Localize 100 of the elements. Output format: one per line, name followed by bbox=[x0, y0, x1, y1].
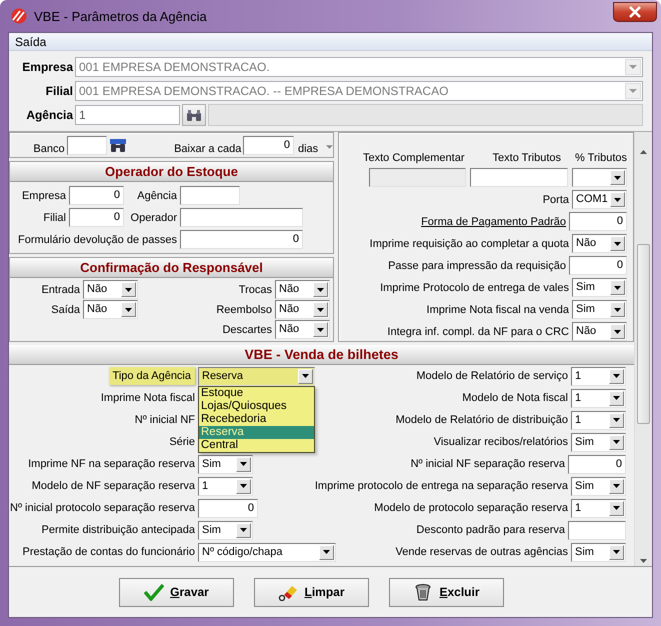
dropdown[interactable]: Reserva bbox=[198, 366, 315, 386]
caret-icon bbox=[125, 308, 132, 312]
checkmark-icon bbox=[144, 583, 164, 601]
dropdown[interactable]: Sim bbox=[198, 520, 253, 540]
dropdown[interactable]: Sim bbox=[572, 278, 627, 297]
action-button[interactable]: Limpar bbox=[254, 578, 369, 606]
field-label: Prestação de contas do funcionário bbox=[22, 546, 195, 558]
field-label: Modelo de Relatório de serviço bbox=[416, 370, 568, 382]
input-field[interactable]: 0 bbox=[180, 230, 303, 249]
scrollbar-thumb[interactable] bbox=[637, 244, 650, 424]
dropdown[interactable]: Não bbox=[275, 280, 330, 299]
input-field[interactable] bbox=[568, 520, 626, 540]
dropdown-option[interactable]: Estoque bbox=[199, 386, 314, 400]
caret-icon bbox=[629, 89, 637, 93]
dropdown[interactable]: Sim bbox=[198, 454, 253, 474]
input-field[interactable] bbox=[180, 186, 240, 205]
input-field[interactable]: 0 bbox=[69, 186, 124, 205]
field-label: Imprime NF na separação reserva bbox=[28, 458, 195, 470]
field-label: Desconto padrão para reserva bbox=[416, 524, 565, 536]
field-label: Empresa bbox=[20, 190, 66, 202]
caret-icon bbox=[614, 198, 621, 202]
dropdown[interactable]: Não bbox=[83, 300, 138, 319]
input-field[interactable] bbox=[180, 208, 303, 227]
dropdown[interactable]: 1 bbox=[571, 410, 626, 430]
action-button[interactable]: Gravar bbox=[119, 578, 234, 606]
field-label: Nº inicial NF separação reserva bbox=[410, 458, 565, 470]
caret-icon bbox=[613, 374, 620, 378]
field-label: Passe para impressão da requisição bbox=[388, 260, 566, 272]
field-label: Vende reservas de outras agências bbox=[396, 546, 568, 558]
column-label: Texto Complementar bbox=[363, 152, 463, 164]
field-label: Visualizar recibos/relatórios bbox=[434, 436, 568, 448]
field-label: Baixar a cada bbox=[174, 143, 242, 155]
field-label: Formulário devolução de passes bbox=[17, 234, 177, 246]
dropdown[interactable]: Não bbox=[572, 234, 627, 253]
caret-icon bbox=[613, 550, 620, 554]
dropdown[interactable]: 1 bbox=[198, 476, 253, 496]
dropdown[interactable]: 1 bbox=[571, 388, 626, 408]
menu-item[interactable]: Saída bbox=[13, 34, 48, 48]
caret-icon bbox=[317, 328, 324, 332]
column-label: % Tributos bbox=[574, 152, 627, 164]
dropdown[interactable]: Sim bbox=[571, 432, 626, 452]
caret-icon bbox=[629, 65, 637, 69]
field-label: Reembolso bbox=[215, 304, 272, 316]
caret-icon bbox=[326, 145, 334, 149]
search-button[interactable] bbox=[182, 104, 206, 126]
field-label: Imprime requisição ao completar a quota bbox=[370, 238, 569, 250]
field-label: Empresa bbox=[21, 60, 73, 74]
dropdown-option[interactable]: Central bbox=[199, 438, 314, 452]
field-label: Agência bbox=[25, 108, 73, 122]
close-button[interactable] bbox=[613, 2, 657, 22]
dropdown[interactable]: COM1 bbox=[572, 190, 627, 209]
dropdown[interactable]: 1 bbox=[571, 366, 626, 386]
link[interactable]: Forma de Pagamento Padrão bbox=[421, 216, 566, 228]
caret-icon bbox=[323, 550, 330, 554]
scroll-down-icon bbox=[640, 559, 647, 563]
field-label: Nº inicial NF bbox=[134, 414, 195, 426]
dropdown[interactable]: Não bbox=[572, 322, 627, 341]
search-button[interactable] bbox=[109, 136, 126, 155]
dropdown[interactable]: Sim bbox=[572, 300, 627, 319]
binoculars-icon bbox=[110, 139, 126, 152]
input-field[interactable]: 0 bbox=[243, 136, 294, 155]
action-button[interactable]: Excluir bbox=[389, 578, 504, 606]
dropdown[interactable]: 1 bbox=[571, 498, 626, 518]
scrollbar[interactable] bbox=[634, 132, 652, 566]
caret-icon bbox=[613, 396, 620, 400]
caret-icon bbox=[613, 484, 620, 488]
trash-icon bbox=[413, 583, 434, 601]
field-label: Modelo de protocolo separação reserva bbox=[374, 502, 568, 514]
dropdown-option[interactable]: Recebedoria bbox=[199, 412, 314, 426]
dropdown[interactable]: Não bbox=[275, 320, 330, 339]
dropdown[interactable] bbox=[572, 168, 627, 187]
dropdown[interactable]: Sim bbox=[571, 476, 626, 496]
section-header: Operador do Estoque bbox=[10, 162, 333, 182]
caret-icon bbox=[302, 374, 309, 378]
caret-icon bbox=[240, 528, 247, 532]
dropdown[interactable]: Não bbox=[275, 300, 330, 319]
input-field[interactable]: 0 bbox=[568, 454, 626, 474]
input-field[interactable]: 0 bbox=[198, 498, 258, 518]
caret-icon bbox=[614, 176, 621, 180]
dropdown[interactable]: Nº código/chapa bbox=[198, 542, 336, 562]
dropdown-option[interactable]: Lojas/Quiosques bbox=[199, 400, 314, 412]
scroll-up-icon bbox=[640, 150, 647, 154]
input-field[interactable] bbox=[66, 136, 108, 155]
field-label: Filial bbox=[42, 212, 66, 224]
dropdown[interactable]: Sim bbox=[571, 542, 626, 562]
window-title: VBE - Parâmetros da Agência bbox=[34, 8, 207, 24]
binoculars-icon bbox=[186, 108, 202, 122]
input-field[interactable] bbox=[470, 168, 568, 187]
input-field[interactable]: 0 bbox=[69, 208, 124, 227]
input-field[interactable]: 0 bbox=[569, 212, 627, 231]
field-label: Filial bbox=[44, 84, 73, 98]
field-label: Imprime Nota fiscal na venda bbox=[426, 304, 569, 316]
field-label: Trocas bbox=[238, 284, 272, 296]
logo-icon bbox=[10, 8, 28, 24]
dropdown[interactable]: Não bbox=[83, 280, 138, 299]
field-label: Tipo da Agência bbox=[108, 367, 195, 385]
field-label: Imprime protocolo de entrega na separação reserva bbox=[314, 480, 568, 492]
field-label: Modelo de NF separação reserva bbox=[32, 480, 195, 492]
input-field[interactable]: 0 bbox=[569, 256, 627, 275]
caret-icon bbox=[614, 330, 621, 334]
